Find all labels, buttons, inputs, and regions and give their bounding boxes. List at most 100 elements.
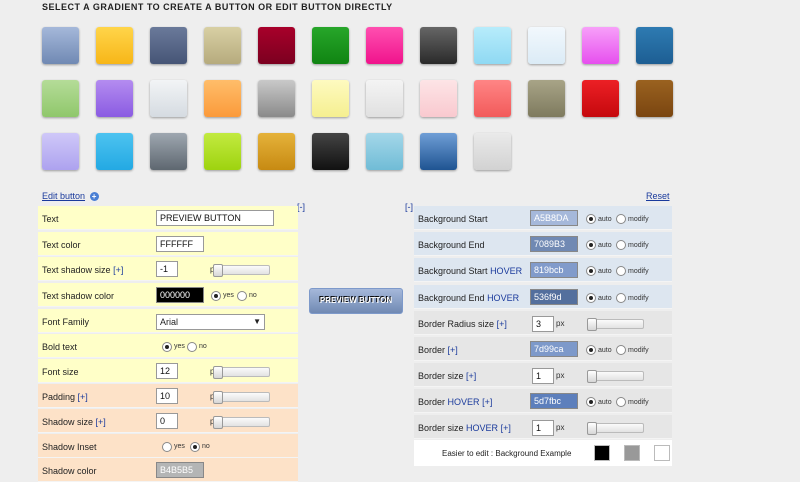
shadow-size-input[interactable]: 0 [156,413,178,429]
gradient-swatch[interactable] [204,133,241,170]
gradient-swatch[interactable] [474,27,511,64]
gradient-swatch[interactable] [312,27,349,64]
font-family-select[interactable]: Arial ▼ [156,314,265,330]
text-shadow-size-slider-handle[interactable] [213,264,223,277]
collapse-left-panel-link[interactable]: [-] [297,202,305,212]
shadow-color-input[interactable]: B4B5B5 [156,462,204,478]
shadow-size-expand[interactable]: [+] [96,417,106,427]
border-hover-modify-radio[interactable] [616,397,626,407]
gradient-swatch[interactable] [258,80,295,117]
gradient-swatch[interactable] [474,133,511,170]
gradient-swatch[interactable] [528,27,565,64]
shadow-inset-yes-radio[interactable] [162,442,172,452]
gradient-swatch[interactable] [420,27,457,64]
gradient-swatch[interactable] [528,80,565,117]
background-example-white[interactable] [654,445,670,461]
border-hover-auto-radio[interactable] [586,397,596,407]
border-radius-slider[interactable] [587,318,644,331]
font-size-slider[interactable] [213,366,270,379]
shadow-size-slider[interactable] [213,416,270,429]
gradient-swatch[interactable] [258,27,295,64]
gradient-swatch[interactable] [582,27,619,64]
background-example-gray[interactable] [624,445,640,461]
button-text-input[interactable]: PREVIEW BUTTON [156,210,274,226]
gradient-swatch[interactable] [42,80,79,117]
border-size-slider[interactable] [587,370,644,383]
border-radius-expand[interactable]: [+] [497,319,507,329]
border-radius-input[interactable]: 3 [532,316,554,332]
gradient-swatch[interactable] [204,27,241,64]
preview-button[interactable]: PREVIEW BUTTON [309,288,403,314]
gradient-swatch[interactable] [474,80,511,117]
border-auto-radio[interactable] [586,345,596,355]
shadow-size-slider-handle[interactable] [213,416,223,429]
background-start-modify-radio[interactable] [616,214,626,224]
font-size-slider-handle[interactable] [213,366,223,379]
border-color-input[interactable]: 7d99ca [530,341,578,357]
text-shadow-yes-radio[interactable] [211,291,221,301]
gradient-swatch[interactable] [96,133,133,170]
text-shadow-color-input[interactable]: 000000 [156,287,204,303]
background-start-input[interactable]: A5B8DA [530,210,578,226]
bold-text-yes-radio[interactable] [162,342,172,352]
gradient-swatch[interactable] [312,80,349,117]
border-size-hover-input[interactable]: 1 [532,420,554,436]
gradient-swatch[interactable] [420,133,457,170]
background-example-black[interactable] [594,445,610,461]
background-start-hover-modify-radio[interactable] [616,266,626,276]
padding-slider-handle[interactable] [213,391,223,404]
shadow-inset-no-radio[interactable] [190,442,200,452]
background-end-hover-input[interactable]: 536f9d [530,289,578,305]
gradient-swatch[interactable] [366,80,403,117]
border-hover-expand[interactable]: [+] [482,397,492,407]
text-shadow-no-radio[interactable] [237,291,247,301]
gradient-swatch[interactable] [42,133,79,170]
gradient-swatch[interactable] [150,133,187,170]
gradient-swatch[interactable] [312,133,349,170]
background-end-hover-modify-radio[interactable] [616,293,626,303]
border-size-expand[interactable]: [+] [466,371,476,381]
border-size-hover-expand[interactable]: [+] [501,423,511,433]
border-size-hover-slider[interactable] [587,422,644,435]
gradient-swatch[interactable] [258,133,295,170]
text-shadow-size-expand[interactable]: [+] [113,265,123,275]
gradient-swatch[interactable] [582,80,619,117]
background-start-hover-auto-radio[interactable] [586,266,596,276]
border-hover-color-input[interactable]: 5d7fbc [530,393,578,409]
border-modify-radio[interactable] [616,345,626,355]
padding-input[interactable]: 10 [156,388,178,404]
gradient-swatch[interactable] [96,80,133,117]
gradient-swatch[interactable] [366,133,403,170]
gradient-swatch[interactable] [366,27,403,64]
collapse-right-panel-link[interactable]: [-] [405,202,413,212]
edit-button-link[interactable]: Edit button + [42,191,99,202]
bold-text-no-radio[interactable] [187,342,197,352]
text-shadow-size-slider[interactable] [213,264,270,277]
text-color-input[interactable]: FFFFFF [156,236,204,252]
padding-expand[interactable]: [+] [78,392,88,402]
background-end-input[interactable]: 7089B3 [530,236,578,252]
border-size-hover-slider-handle[interactable] [587,422,597,435]
border-size-input[interactable]: 1 [532,368,554,384]
background-start-auto-radio[interactable] [586,214,596,224]
gradient-swatch[interactable] [204,80,241,117]
gradient-swatch[interactable] [420,80,457,117]
gradient-swatch[interactable] [150,80,187,117]
reset-link[interactable]: Reset [646,191,670,201]
background-start-hover-input[interactable]: 819bcb [530,262,578,278]
text-shadow-size-input[interactable]: -1 [156,261,178,277]
background-end-auto-radio[interactable] [586,240,596,250]
gradient-swatch[interactable] [96,27,133,64]
gradient-swatch[interactable] [150,27,187,64]
gradient-swatch[interactable] [636,80,673,117]
border-radius-slider-handle[interactable] [587,318,597,331]
padding-slider[interactable] [213,391,270,404]
plus-circle-icon[interactable]: + [89,192,99,202]
background-end-modify-radio[interactable] [616,240,626,250]
font-size-input[interactable]: 12 [156,363,178,379]
border-expand[interactable]: [+] [448,345,458,355]
border-size-slider-handle[interactable] [587,370,597,383]
edit-button-link-text[interactable]: Edit button [42,191,85,201]
background-end-hover-auto-radio[interactable] [586,293,596,303]
gradient-swatch[interactable] [636,27,673,64]
